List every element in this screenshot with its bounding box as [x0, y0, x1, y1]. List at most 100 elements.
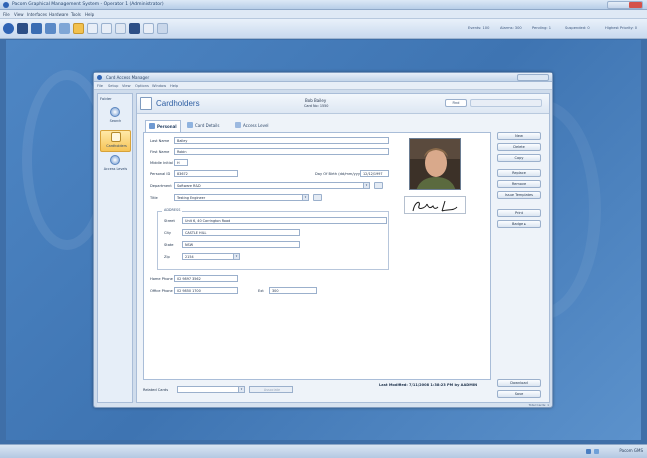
- close-icon[interactable]: [629, 2, 642, 8]
- print-button[interactable]: Print: [497, 209, 541, 217]
- nav-item-search[interactable]: Search: [100, 106, 131, 128]
- last-name-field[interactable]: Bailey: [174, 137, 389, 144]
- tab-card-details[interactable]: Card Details: [187, 122, 220, 132]
- menu-tools[interactable]: Tools: [71, 12, 81, 17]
- menu-view[interactable]: View: [14, 12, 24, 17]
- search-icon[interactable]: [45, 23, 56, 34]
- zip-select[interactable]: 2154 ▾: [182, 253, 240, 260]
- chevron-down-icon[interactable]: ▾: [363, 183, 369, 188]
- associate-button[interactable]: Associate: [249, 386, 293, 393]
- reports-icon[interactable]: [87, 23, 98, 34]
- department-select[interactable]: Software R&D ▾: [174, 182, 370, 189]
- office-phone-field[interactable]: 02 9850 1700: [174, 287, 238, 294]
- child-title: Card Access Manager: [106, 75, 150, 80]
- dob-field[interactable]: 12/12/1997: [360, 170, 389, 177]
- blank-icon[interactable]: [115, 23, 126, 34]
- network-icon[interactable]: [586, 449, 591, 454]
- folder-heading: Folder: [100, 96, 112, 101]
- window-icon: [97, 75, 102, 80]
- replace-button[interactable]: Replace: [497, 169, 541, 177]
- title-browse-button[interactable]: [313, 194, 322, 201]
- ext-field[interactable]: 300: [269, 287, 317, 294]
- nav-item-cardholders[interactable]: Cardholders: [100, 130, 131, 152]
- chevron-down-icon[interactable]: ▾: [302, 195, 308, 200]
- state-field[interactable]: NSW: [182, 241, 300, 248]
- department-value: Software R&D: [177, 184, 201, 188]
- child-menu-setup[interactable]: Setup: [108, 84, 118, 88]
- app-titlebar: Pacom Graphical Management System - Oper…: [0, 0, 647, 10]
- app-statusbar: Pacom GMS: [0, 444, 647, 458]
- cardholder-icon: [111, 132, 121, 142]
- middle-initial-label: Middle Initial: [150, 161, 173, 165]
- new-button[interactable]: New: [497, 132, 541, 140]
- tab-personal[interactable]: Personal: [145, 120, 181, 132]
- schedule-icon[interactable]: [101, 23, 112, 34]
- door-icon[interactable]: [143, 23, 154, 34]
- zip-label: Zip: [164, 255, 170, 259]
- address-legend: ADDRESS: [162, 208, 183, 212]
- highest-priority-count[interactable]: Highest Priority: 0: [605, 26, 645, 30]
- cardholder-icon: [140, 97, 152, 110]
- home-phone-field[interactable]: 02 9897 3562: [174, 275, 238, 282]
- delete-button[interactable]: Delete: [497, 143, 541, 151]
- first-name-field[interactable]: Robin: [174, 148, 389, 155]
- chevron-down-icon[interactable]: ▾: [233, 254, 239, 259]
- card-access-icon[interactable]: [73, 23, 84, 34]
- child-menu-view[interactable]: View: [122, 84, 131, 88]
- chevron-down-icon[interactable]: ▾: [238, 387, 244, 392]
- badge-button[interactable]: Badge ▸: [497, 220, 541, 228]
- middle-initial-field[interactable]: H: [174, 159, 188, 166]
- monitor-icon[interactable]: [17, 23, 28, 34]
- total-cards: Total Cards: 1: [528, 403, 549, 407]
- main-toolbar: Events: 100 Alarms: 300 Pending: 1 Suspe…: [0, 19, 647, 39]
- graphics-icon[interactable]: [129, 23, 140, 34]
- tray-label: Pacom GMS: [619, 448, 643, 453]
- state-label: State: [164, 243, 174, 247]
- personal-id-field[interactable]: 83672: [174, 170, 238, 177]
- nav-item-label: Cardholders: [106, 144, 127, 148]
- app-title: Pacom Graphical Management System - Oper…: [12, 2, 164, 7]
- refresh-icon[interactable]: [157, 23, 168, 34]
- pending-count[interactable]: Pending: 1: [532, 26, 551, 30]
- city-field[interactable]: CASTLE HILL: [182, 229, 300, 236]
- copy-button[interactable]: Copy: [497, 154, 541, 162]
- chevron-right-icon: ▸: [524, 222, 527, 226]
- child-window-controls[interactable]: [517, 74, 549, 81]
- suspended-count[interactable]: Suspended: 0: [565, 26, 590, 30]
- street-field[interactable]: Unit 6, 40 Carrington Road: [182, 217, 387, 224]
- cardholder-photo[interactable]: [409, 138, 461, 190]
- alarm-icon[interactable]: [31, 23, 42, 34]
- menu-interfaces[interactable]: Interfaces: [27, 12, 47, 17]
- street-label: Street: [164, 219, 175, 223]
- alarms-count[interactable]: Alarms: 300: [500, 26, 522, 30]
- child-menu-window[interactable]: Window: [152, 84, 166, 88]
- tab-access-level[interactable]: Access Level: [235, 122, 269, 132]
- child-menu-file[interactable]: File: [97, 84, 103, 88]
- info-icon[interactable]: [594, 449, 599, 454]
- nav-item-access-levels[interactable]: Access Levels: [100, 154, 131, 176]
- menu-help[interactable]: Help: [85, 12, 94, 17]
- events-count[interactable]: Events: 100: [468, 26, 489, 30]
- child-menu-options[interactable]: Options: [135, 84, 149, 88]
- play-icon[interactable]: [3, 23, 14, 34]
- menu-file[interactable]: File: [3, 12, 10, 17]
- last-modified: Last Modified: 7/11/2008 1:38:23 PM by A…: [379, 383, 478, 387]
- record-navigation[interactable]: [470, 99, 542, 107]
- cardholder-signature[interactable]: [404, 196, 466, 214]
- office-phone-label: Office Phone: [150, 289, 173, 293]
- menu-hardware[interactable]: Hardware: [49, 12, 68, 17]
- related-cards-select[interactable]: ▾: [177, 386, 245, 393]
- department-label: Department: [150, 184, 172, 188]
- remove-button[interactable]: Remove: [497, 180, 541, 188]
- issue-templates-button[interactable]: Issue Templates: [497, 191, 541, 199]
- department-browse-button[interactable]: [374, 182, 383, 189]
- find-button[interactable]: Find: [445, 99, 467, 107]
- child-menu-help[interactable]: Help: [170, 84, 178, 88]
- tools-icon[interactable]: [59, 23, 70, 34]
- window-controls[interactable]: [607, 1, 643, 9]
- personal-panel: Last Name Bailey First Name Robin Middle…: [143, 132, 491, 380]
- tab-label: Access Level: [243, 123, 269, 128]
- child-titlebar: Card Access Manager: [94, 73, 552, 82]
- zip-value: 2154: [185, 255, 194, 259]
- title-select[interactable]: Testing Engineer ▾: [174, 194, 309, 201]
